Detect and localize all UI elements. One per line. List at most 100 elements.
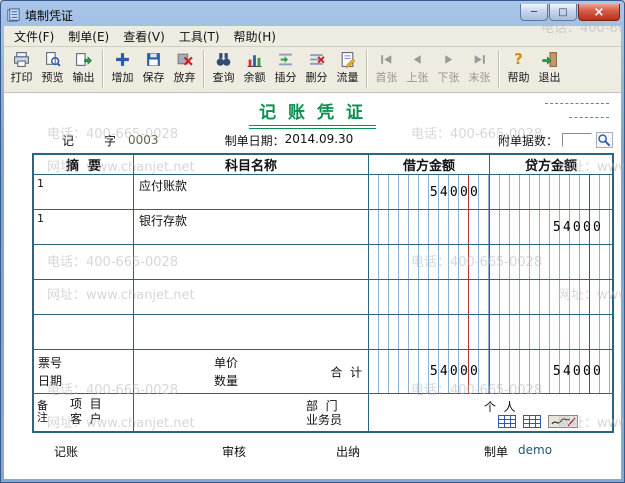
menu-tools[interactable]: 工具(T) bbox=[172, 26, 227, 47]
remark-label: 备注 bbox=[37, 394, 54, 431]
row-summary[interactable] bbox=[34, 280, 134, 315]
last-page-icon bbox=[471, 50, 488, 68]
add-icon bbox=[114, 50, 131, 68]
toolbar-separator bbox=[203, 50, 205, 88]
row-debit[interactable]: 54000 bbox=[369, 175, 490, 210]
toolbar-button-delete-entry[interactable]: 删分 bbox=[301, 48, 332, 90]
row-debit[interactable] bbox=[369, 210, 490, 245]
attach-count-label: 附单据数： bbox=[498, 132, 558, 149]
toolbar-button-cashflow[interactable]: 流量 bbox=[332, 48, 363, 90]
toolbar-button-label: 插分 bbox=[275, 69, 297, 85]
row-account[interactable] bbox=[134, 280, 369, 315]
toolbar-button-discard[interactable]: 放弃 bbox=[169, 48, 200, 90]
toolbar-button-insert-entry[interactable]: 插分 bbox=[270, 48, 301, 90]
minimize-button[interactable]: ─ bbox=[520, 4, 548, 21]
voucher-table: 摘 要 科目名称 借方金额 贷方金额 1 应付账款 54000 1 银行存款 5… bbox=[32, 153, 614, 433]
toolbar-button-label: 末张 bbox=[469, 69, 491, 85]
voucher-word-label: 记 bbox=[62, 132, 74, 149]
row-account[interactable]: 应付账款 bbox=[134, 175, 369, 210]
header-summary: 摘 要 bbox=[34, 155, 134, 175]
project-label[interactable]: 项 目 bbox=[70, 397, 102, 411]
menu-make[interactable]: 制单(E) bbox=[61, 26, 116, 47]
minimize-icon: ─ bbox=[531, 7, 537, 18]
toolbar-button-last[interactable]: 末张 bbox=[464, 48, 495, 90]
toolbar-button-label: 退出 bbox=[539, 69, 561, 85]
header-debit: 借方金额 bbox=[369, 155, 490, 175]
row-credit[interactable]: 54000 bbox=[490, 210, 612, 245]
voucher-word-label-2: 字 bbox=[104, 132, 116, 149]
ticket-date-cell: 票号 日期 bbox=[34, 350, 134, 394]
voucher-date-label: 制单日期： bbox=[225, 132, 285, 149]
row-credit[interactable] bbox=[490, 245, 612, 280]
save-icon bbox=[145, 50, 162, 68]
toolbar-button-label: 删分 bbox=[306, 69, 328, 85]
toolbar-button-label: 查询 bbox=[213, 69, 235, 85]
menu-file[interactable]: 文件(F) bbox=[7, 26, 61, 47]
row-account[interactable] bbox=[134, 315, 369, 350]
row-summary[interactable]: 1 bbox=[34, 210, 134, 245]
toolbar-button-help[interactable]: ? 帮助 bbox=[503, 48, 534, 90]
close-button[interactable]: × bbox=[578, 4, 620, 21]
search-icon bbox=[215, 50, 232, 68]
row-credit[interactable] bbox=[490, 280, 612, 315]
row-account[interactable] bbox=[134, 245, 369, 280]
grid-icon[interactable] bbox=[498, 415, 516, 428]
toolbar-button-label: 增加 bbox=[112, 69, 134, 85]
window-controls: ─ □ × bbox=[520, 4, 620, 26]
cashflow-icon bbox=[339, 50, 356, 68]
unit-price-label: 单价 bbox=[214, 354, 238, 371]
app-icon bbox=[5, 7, 21, 23]
toolbar-button-export[interactable]: 输出 bbox=[68, 48, 99, 90]
discard-icon bbox=[176, 50, 193, 68]
toolbar-button-save[interactable]: 保存 bbox=[138, 48, 169, 90]
toolbar-button-next[interactable]: 下张 bbox=[433, 48, 464, 90]
maximize-icon: □ bbox=[558, 7, 567, 18]
magnifier-icon bbox=[597, 133, 612, 148]
debit-total: 54000 bbox=[369, 350, 490, 394]
help-icon: ? bbox=[514, 50, 523, 68]
maker-value: demo bbox=[518, 443, 552, 457]
row-credit[interactable] bbox=[490, 175, 612, 210]
row-summary[interactable]: 1 bbox=[34, 175, 134, 210]
voucher-number[interactable]: 0003 bbox=[128, 133, 159, 147]
person-cell: 个 人 bbox=[369, 394, 612, 431]
toolbar-button-print[interactable]: 打印 bbox=[6, 48, 37, 90]
price-qty-cell: 单价 数量 合 计 bbox=[134, 350, 369, 394]
toolbar-button-balance[interactable]: 余额 bbox=[239, 48, 270, 90]
toolbar-button-label: 输出 bbox=[73, 69, 95, 85]
row-summary[interactable] bbox=[34, 245, 134, 280]
row-debit[interactable] bbox=[369, 315, 490, 350]
toolbar-button-query[interactable]: 查询 bbox=[208, 48, 239, 90]
close-icon: × bbox=[594, 5, 605, 20]
row-summary[interactable] bbox=[34, 315, 134, 350]
attach-count-input[interactable] bbox=[562, 133, 592, 147]
row-account[interactable]: 银行存款 bbox=[134, 210, 369, 245]
maximize-button[interactable]: □ bbox=[549, 4, 577, 21]
salesman-label[interactable]: 业务员 bbox=[306, 411, 342, 428]
titlebar[interactable]: 填制凭证 ─ □ × bbox=[4, 4, 621, 26]
remark-cell: 备注 项 目 客 户 bbox=[34, 394, 134, 431]
exit-icon bbox=[541, 50, 558, 68]
toolbar-button-prev[interactable]: 上张 bbox=[402, 48, 433, 90]
customer-label[interactable]: 客 户 bbox=[70, 412, 102, 426]
row-credit[interactable] bbox=[490, 315, 612, 350]
row-debit[interactable] bbox=[369, 280, 490, 315]
voucher-area: 记 账 凭 证 记 字 0003 制单日期： 2014.09.30 附单据数： … bbox=[4, 93, 621, 479]
row-debit[interactable] bbox=[369, 245, 490, 280]
toolbar-separator bbox=[102, 50, 104, 88]
toolbar-button-label: 放弃 bbox=[174, 69, 196, 85]
menu-view[interactable]: 查看(V) bbox=[116, 26, 172, 47]
credit-total: 54000 bbox=[490, 350, 612, 394]
attach-zoom-button[interactable] bbox=[596, 132, 613, 148]
toolbar-separator bbox=[366, 50, 368, 88]
toolbar-button-add[interactable]: 增加 bbox=[107, 48, 138, 90]
grid-icon[interactable] bbox=[523, 415, 541, 428]
person-label[interactable]: 个 人 bbox=[484, 398, 516, 415]
ticket-label: 票号 bbox=[38, 354, 62, 371]
toolbar-button-label: 上张 bbox=[407, 69, 429, 85]
signature-icon[interactable] bbox=[548, 415, 578, 428]
toolbar-button-exit[interactable]: 退出 bbox=[534, 48, 565, 90]
menu-help[interactable]: 帮助(H) bbox=[227, 26, 283, 47]
toolbar-button-preview[interactable]: 预览 bbox=[37, 48, 68, 90]
toolbar-button-first[interactable]: 首张 bbox=[371, 48, 402, 90]
